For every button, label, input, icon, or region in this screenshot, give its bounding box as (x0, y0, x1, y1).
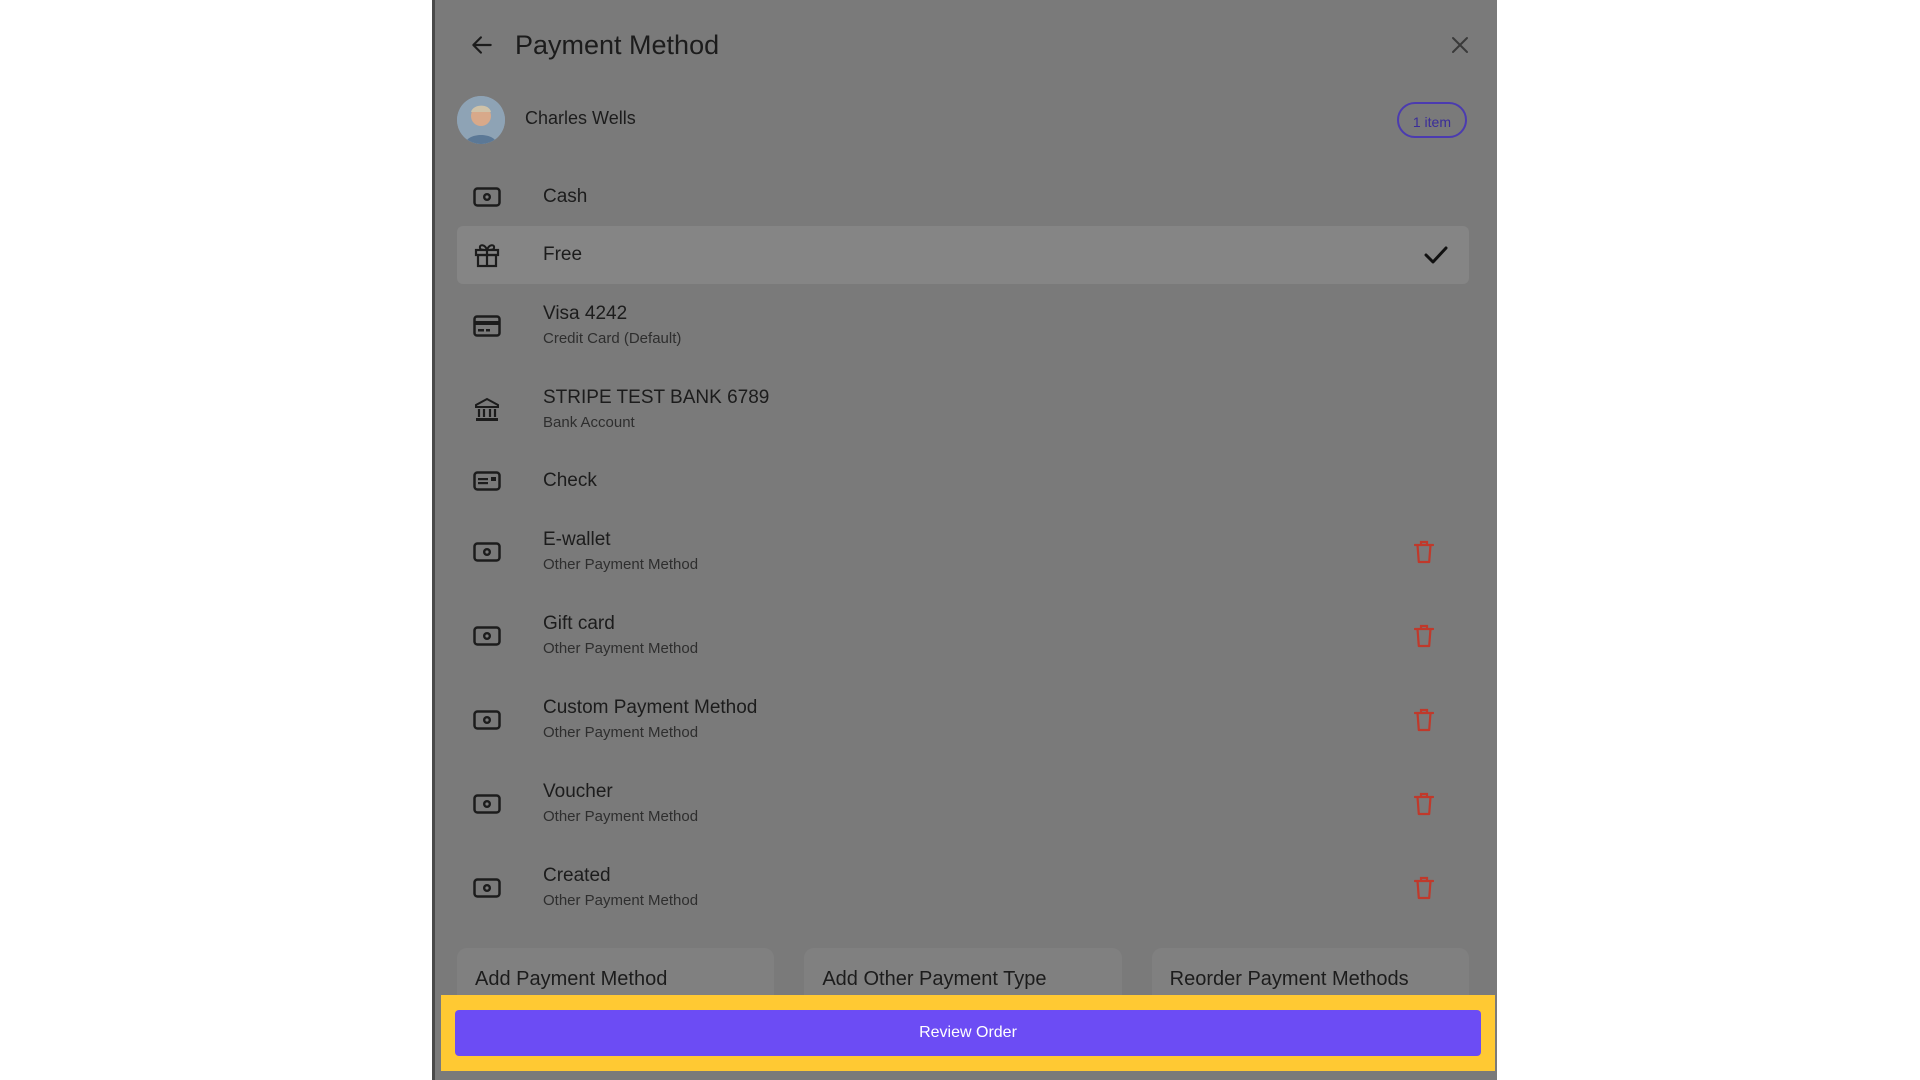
close-button[interactable] (1445, 30, 1475, 60)
payment-method-text: Free (543, 243, 582, 267)
payment-method-item[interactable]: E-wallet Other Payment Method (457, 510, 1469, 594)
payment-method-text: Check (543, 469, 597, 493)
review-order-button[interactable]: Review Order (455, 1010, 1481, 1056)
payment-method-item[interactable]: Custom Payment Method Other Payment Metho… (457, 678, 1469, 762)
payment-method-item[interactable]: Cash (457, 168, 1469, 226)
payment-method-name: Free (543, 244, 583, 265)
selected-indicator (1423, 242, 1449, 268)
cash-icon (473, 622, 501, 650)
item-count-badge[interactable]: 1 item (1396, 102, 1467, 138)
payment-method-name: Voucher (543, 781, 613, 802)
page-title: Payment Method (515, 30, 720, 60)
trash-icon (1414, 708, 1434, 732)
payment-method-item[interactable]: Check (457, 452, 1469, 510)
trash-icon (1414, 792, 1434, 816)
payment-method-type: Bank Account (543, 414, 635, 431)
customer-name: Charles Wells (525, 108, 636, 128)
payment-method-type: Credit Card (Default) (543, 330, 682, 347)
payment-method-name: Custom Payment Method (543, 697, 758, 718)
gift-icon (473, 241, 501, 269)
payment-method-text: Voucher Other Payment Method (543, 780, 698, 828)
delete-payment-method-button[interactable] (1411, 622, 1437, 650)
payment-method-panel: Payment Method Charles Wells 1 item Cash… (432, 0, 1497, 1080)
cash-icon (473, 706, 501, 734)
cash-icon (473, 790, 501, 818)
payment-method-list: Cash Free Visa 4242 Credit Card (Default) ST… (457, 168, 1469, 930)
payment-method-type: Other Payment Method (543, 556, 699, 573)
delete-payment-method-button[interactable] (1411, 538, 1437, 566)
payment-method-type: Other Payment Method (543, 640, 699, 657)
payment-method-text: STRIPE TEST BANK 6789 Bank Account (543, 386, 769, 434)
bank-icon (473, 396, 501, 424)
payment-method-text: Gift card Other Payment Method (543, 612, 698, 660)
cash-icon (473, 874, 501, 902)
payment-method-item[interactable]: Created Other Payment Method (457, 846, 1469, 930)
payment-method-text: E-wallet Other Payment Method (543, 528, 698, 576)
close-icon (1452, 37, 1468, 53)
trash-icon (1414, 540, 1434, 564)
payment-method-item[interactable]: Voucher Other Payment Method (457, 762, 1469, 846)
payment-method-name: E-wallet (543, 529, 611, 550)
cash-icon (473, 538, 501, 566)
payment-method-name: Created (543, 865, 611, 886)
payment-method-item[interactable]: Gift card Other Payment Method (457, 594, 1469, 678)
payment-method-type: Other Payment Method (543, 808, 699, 825)
payment-method-name: STRIPE TEST BANK 6789 (543, 387, 770, 408)
delete-payment-method-button[interactable] (1411, 874, 1437, 902)
payment-method-name: Check (543, 470, 597, 491)
payment-method-name: Cash (543, 186, 588, 207)
payment-method-name: Gift card (543, 613, 615, 634)
panel-header: Payment Method (435, 0, 1497, 90)
cash-icon (473, 183, 501, 211)
back-button[interactable] (465, 28, 499, 62)
delete-payment-method-button[interactable] (1411, 790, 1437, 818)
checkmark-icon (1424, 246, 1448, 264)
payment-method-item[interactable]: Visa 4242 Credit Card (Default) (457, 284, 1469, 368)
payment-method-text: Created Other Payment Method (543, 864, 698, 912)
trash-icon (1414, 624, 1434, 648)
customer-row: Charles Wells 1 item (457, 96, 1467, 146)
payment-method-item[interactable]: STRIPE TEST BANK 6789 Bank Account (457, 368, 1469, 452)
check-payment-icon (473, 467, 501, 495)
payment-method-item[interactable]: Free (457, 226, 1469, 284)
trash-icon (1414, 876, 1434, 900)
payment-method-name: Visa 4242 (543, 303, 628, 324)
avatar (457, 96, 505, 144)
payment-method-text: Visa 4242 Credit Card (Default) (543, 302, 681, 350)
payment-method-text: Cash (543, 185, 587, 209)
payment-method-type: Other Payment Method (543, 724, 699, 741)
arrow-left-icon (472, 36, 492, 54)
payment-method-text: Custom Payment Method Other Payment Metho… (543, 696, 757, 744)
delete-payment-method-button[interactable] (1411, 706, 1437, 734)
payment-method-type: Other Payment Method (543, 892, 699, 909)
credit-card-icon (473, 312, 501, 340)
